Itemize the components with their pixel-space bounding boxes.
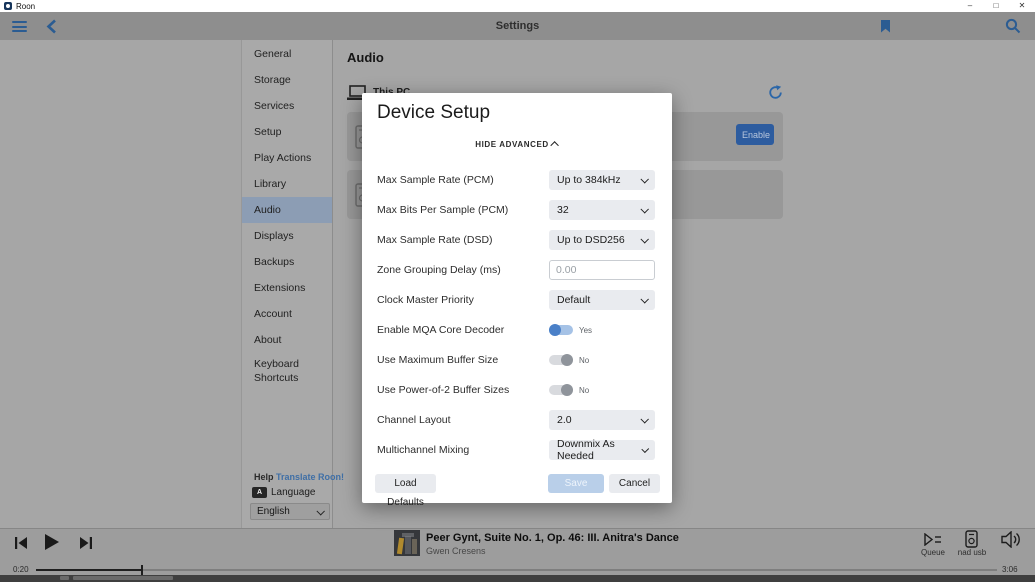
setting-row-multichannel-mixing: Multichannel Mixing Downmix As Needed (377, 440, 655, 460)
max-sample-rate-dsd-select[interactable]: Up to DSD256 (549, 230, 655, 250)
previous-track-icon[interactable] (15, 537, 27, 549)
setting-row-use-power-of-2-buffer-sizes: Use Power-of-2 Buffer Sizes No (377, 380, 655, 400)
language-label: Language (271, 487, 316, 498)
power-of-2-buffer-sizes-toggle[interactable] (549, 384, 573, 396)
play-icon[interactable] (45, 534, 59, 550)
hide-advanced-toggle[interactable]: HIDE ADVANCED (362, 140, 672, 149)
roon-app-icon (4, 2, 12, 10)
zone-grouping-delay-input[interactable] (549, 260, 655, 280)
setting-row-zone-grouping-delay: Zone Grouping Delay (ms) (377, 260, 655, 280)
help-translate-text: Help Translate Roon! (254, 472, 344, 482)
sidebar-item-account[interactable]: Account (242, 301, 332, 327)
translate-icon: A (252, 487, 267, 498)
chevron-down-icon (316, 507, 324, 515)
player-bar: Peer Gynt, Suite No. 1, Op. 46: III. Ani… (0, 528, 1035, 575)
chevron-down-icon (640, 235, 648, 243)
zone-device-icon[interactable] (965, 530, 978, 548)
search-icon[interactable] (1005, 18, 1021, 34)
window-bottom-edge (0, 575, 1035, 582)
queue-label[interactable]: Queue (917, 548, 949, 557)
multichannel-mixing-select[interactable]: Downmix As Needed (549, 440, 655, 460)
settings-sidebar: General Storage Services Setup Play Acti… (241, 40, 333, 528)
translate-roon-link[interactable]: Translate Roon! (276, 472, 344, 482)
track-title[interactable]: Peer Gynt, Suite No. 1, Op. 46: III. Ani… (426, 532, 679, 544)
minimize-icon[interactable]: – (957, 0, 983, 12)
volume-icon[interactable] (1001, 531, 1020, 548)
chevron-up-icon (550, 141, 558, 149)
maximize-icon[interactable]: □ (983, 0, 1009, 12)
setting-row-enable-mqa-core-decoder: Enable MQA Core Decoder Yes (377, 320, 655, 340)
setting-row-max-sample-rate-pcm: Max Sample Rate (PCM) Up to 384kHz (377, 170, 655, 190)
section-title: Audio (347, 50, 384, 65)
seek-bar[interactable] (36, 569, 997, 571)
cancel-button[interactable]: Cancel (609, 474, 660, 493)
max-sample-rate-pcm-select[interactable]: Up to 384kHz (549, 170, 655, 190)
max-bits-per-sample-select[interactable]: 32 (549, 200, 655, 220)
language-select[interactable]: English (250, 503, 330, 520)
window-title: Roon (16, 2, 35, 11)
sidebar-item-setup[interactable]: Setup (242, 119, 332, 145)
enable-button[interactable]: Enable (736, 124, 774, 145)
device-setup-modal: Device Setup HIDE ADVANCED Max Sample Ra… (362, 93, 672, 503)
close-icon[interactable]: ✕ (1009, 0, 1035, 12)
sidebar-item-backups[interactable]: Backups (242, 249, 332, 275)
sidebar-item-extensions[interactable]: Extensions (242, 275, 332, 301)
load-defaults-button[interactable]: Load Defaults (375, 474, 436, 493)
sidebar-item-play-actions[interactable]: Play Actions (242, 145, 332, 171)
album-art[interactable] (394, 530, 420, 556)
chevron-down-icon (640, 205, 648, 213)
save-button[interactable]: Save (548, 474, 604, 493)
setting-row-max-bits-per-sample: Max Bits Per Sample (PCM) 32 (377, 200, 655, 220)
setting-row-clock-master-priority: Clock Master Priority Default (377, 290, 655, 310)
seek-bar-fill (36, 569, 142, 571)
queue-icon[interactable] (924, 533, 942, 546)
os-titlebar: Roon – □ ✕ (0, 0, 1035, 12)
sidebar-item-about[interactable]: About (242, 327, 332, 353)
clock-master-priority-select[interactable]: Default (549, 290, 655, 310)
chevron-down-icon (640, 415, 648, 423)
refresh-icon[interactable] (768, 85, 783, 100)
channel-layout-select[interactable]: 2.0 (549, 410, 655, 430)
next-track-icon[interactable] (80, 537, 92, 549)
sidebar-item-general[interactable]: General (242, 41, 332, 67)
maximum-buffer-size-toggle[interactable] (549, 354, 573, 366)
duration-time: 3:06 (1002, 565, 1018, 574)
chevron-down-icon (640, 175, 648, 183)
modal-title: Device Setup (377, 102, 490, 124)
sidebar-item-services[interactable]: Services (242, 93, 332, 119)
sidebar-item-audio[interactable]: Audio (242, 197, 332, 223)
seek-handle[interactable] (141, 565, 143, 575)
bookmark-icon[interactable] (880, 20, 891, 33)
mqa-core-decoder-toggle[interactable] (549, 324, 573, 336)
elapsed-time: 0:20 (13, 565, 29, 574)
setting-row-channel-layout: Channel Layout 2.0 (377, 410, 655, 430)
sidebar-item-library[interactable]: Library (242, 171, 332, 197)
sidebar-item-keyboard-shortcuts[interactable]: Keyboard Shortcuts (242, 353, 332, 389)
setting-row-use-maximum-buffer-size: Use Maximum Buffer Size No (377, 350, 655, 370)
sidebar-item-displays[interactable]: Displays (242, 223, 332, 249)
chevron-down-icon (640, 295, 648, 303)
app-header: Settings (0, 12, 1035, 40)
track-artist[interactable]: Gwen Cresens (426, 546, 486, 556)
chevron-down-icon (641, 445, 649, 453)
setting-row-max-sample-rate-dsd: Max Sample Rate (DSD) Up to DSD256 (377, 230, 655, 250)
language-row: A Language (252, 487, 316, 498)
sidebar-item-storage[interactable]: Storage (242, 67, 332, 93)
zone-label[interactable]: nad usb (952, 548, 992, 557)
